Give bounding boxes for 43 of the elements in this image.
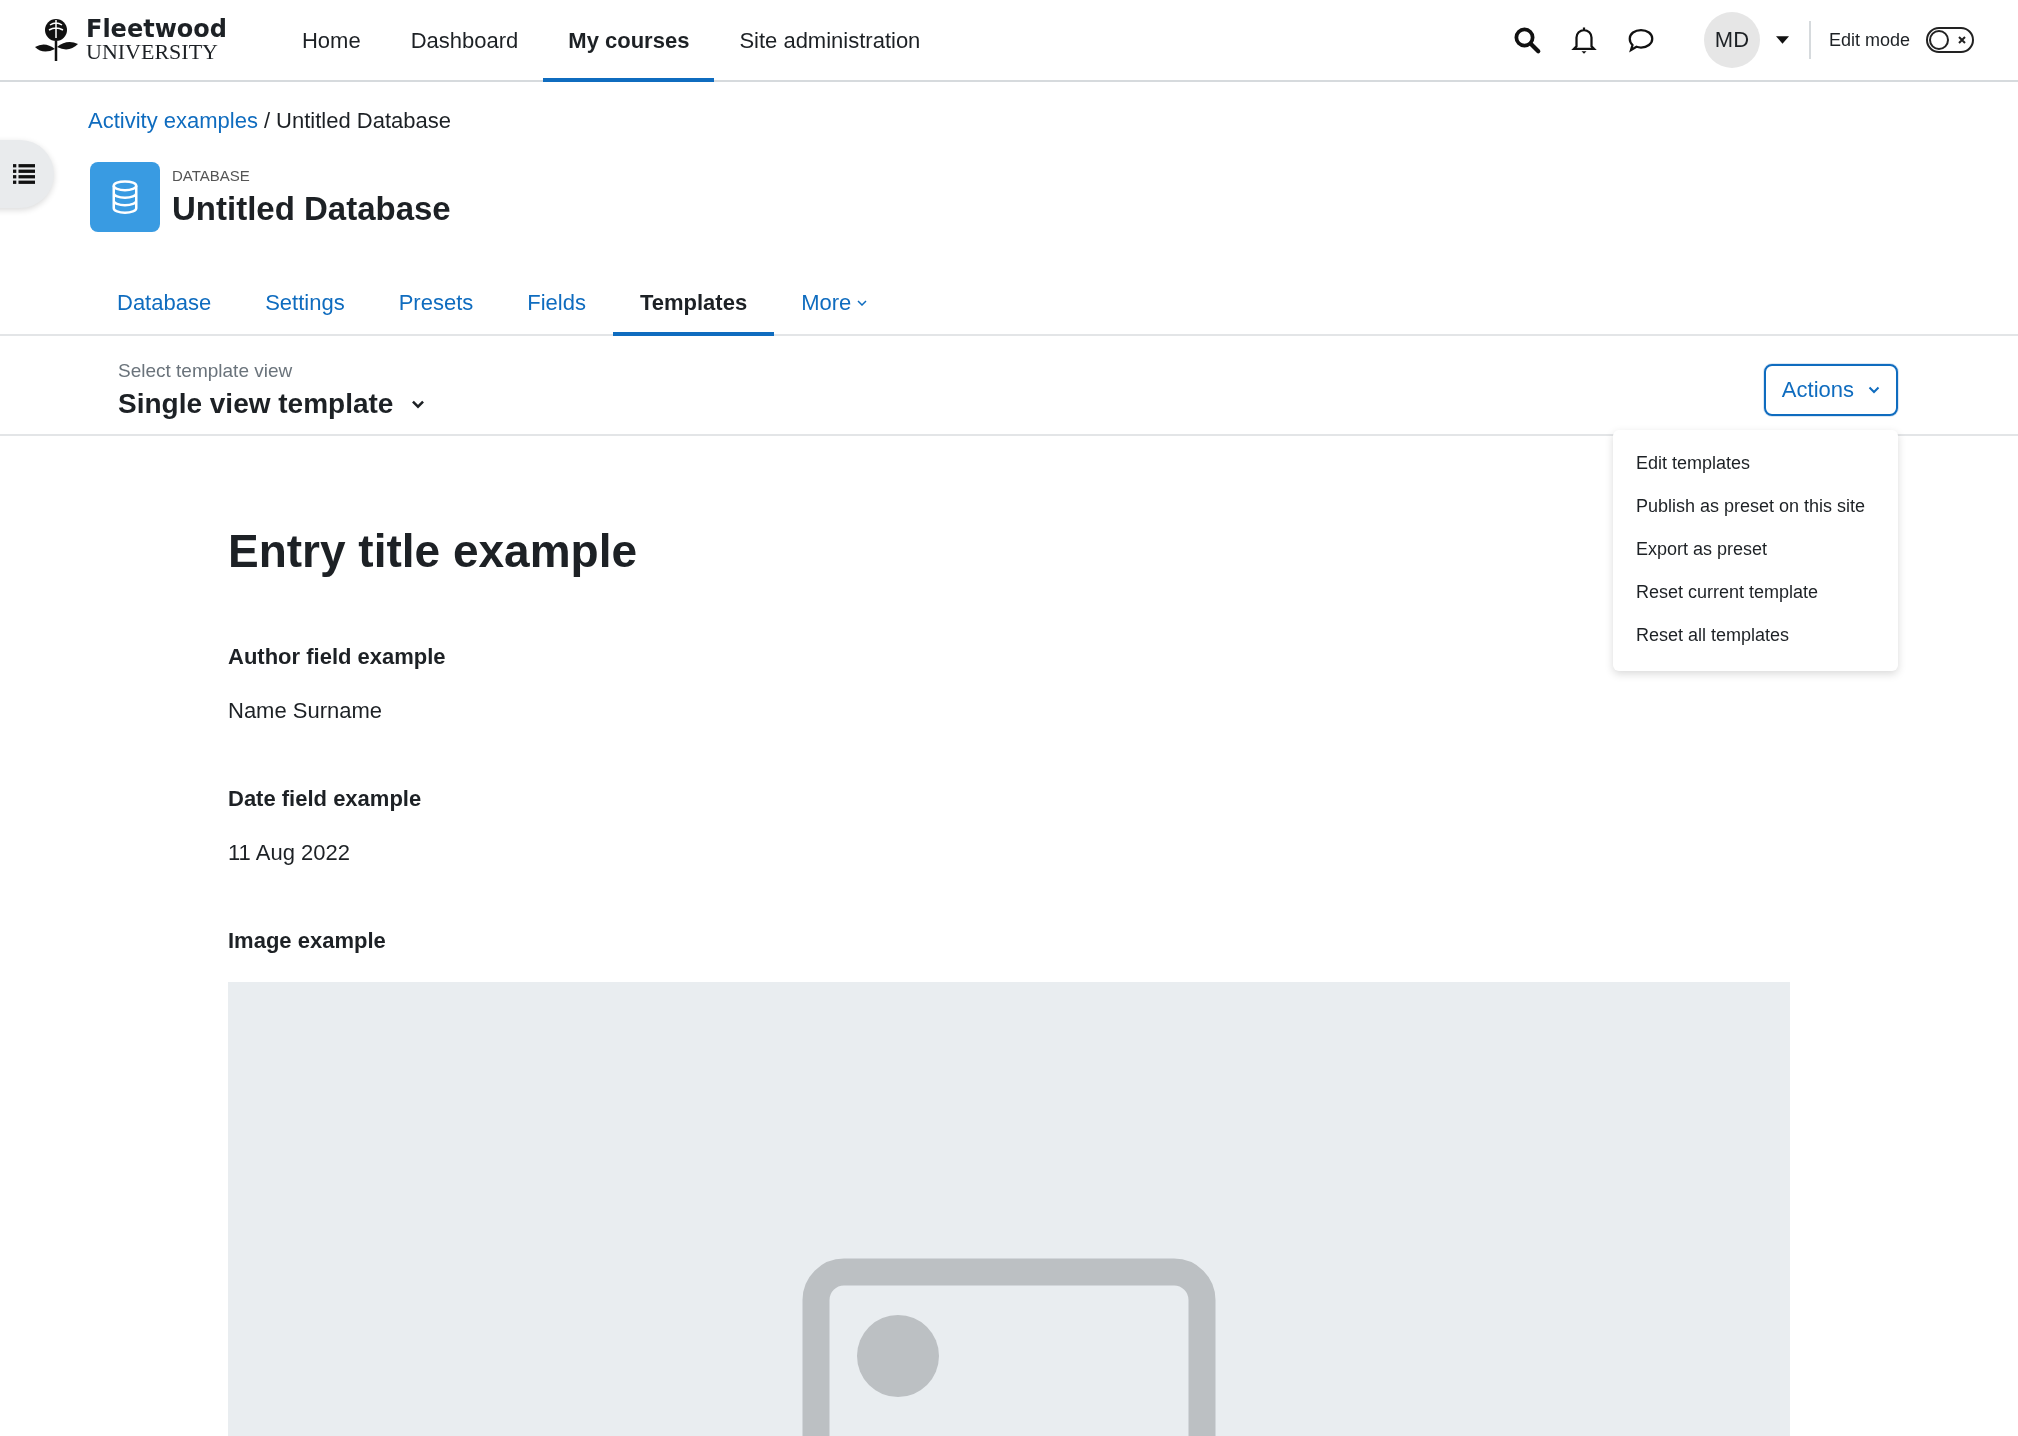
caret-icon[interactable] [1775,35,1789,45]
breadcrumb-separator: / [263,108,271,134]
database-icon [90,162,160,232]
nav-link[interactable]: My courses [543,0,715,82]
field-label: Date field example [228,786,422,812]
breadcrumb-current: Untitled Database [276,108,451,134]
list-icon [13,164,35,184]
tab[interactable]: Presets [371,276,501,336]
field-label: Image example [228,928,386,954]
more-menu-tab[interactable]: More [774,276,895,336]
menu-item[interactable]: Export as preset [1613,528,1898,571]
logo-name: Fleetwood [86,17,227,41]
tab[interactable]: Templates [612,276,775,336]
nav-link[interactable]: Home [277,0,386,82]
course-index-button[interactable] [0,140,54,208]
template-view-dropdown[interactable]: Single view template [118,388,426,420]
template-view-label: Select template view [118,360,294,382]
entry-title: Entry title example [228,524,638,578]
page-title: Untitled Database [172,189,451,228]
breadcrumb-link[interactable]: Activity examples [88,108,258,134]
logo-subtitle: UNIVERSITY [86,41,219,63]
menu-item[interactable]: Publish as preset on this site [1613,485,1898,528]
chevron-down-icon [857,300,868,306]
field-label: Author field example [228,644,446,670]
edit-mode-toggle[interactable] [1926,27,1974,53]
activity-type: DATABASE [172,166,251,184]
menu-item[interactable]: Edit templates [1613,442,1898,485]
actions-button[interactable]: Actions [1763,364,1898,416]
chevron-down-icon [411,399,426,409]
menu-item[interactable]: Reset all templates [1613,614,1898,657]
tab[interactable]: Fields [500,276,613,336]
tab[interactable]: Settings [238,276,372,336]
field-value: 11 Aug 2022 [228,840,350,866]
close-icon [1957,35,1967,45]
nav-link[interactable]: Site administration [714,0,946,82]
menu-item[interactable]: Reset current template [1613,571,1898,614]
nav-link[interactable]: Dashboard [385,0,544,82]
chevron-down-icon [1868,386,1880,394]
search-icon[interactable] [1511,25,1542,55]
edit-mode-label: Edit mode [1828,29,1910,51]
tab[interactable]: Database [90,276,239,336]
field-value: Name Surname [228,698,383,724]
user-avatar[interactable]: MD [1703,12,1760,68]
